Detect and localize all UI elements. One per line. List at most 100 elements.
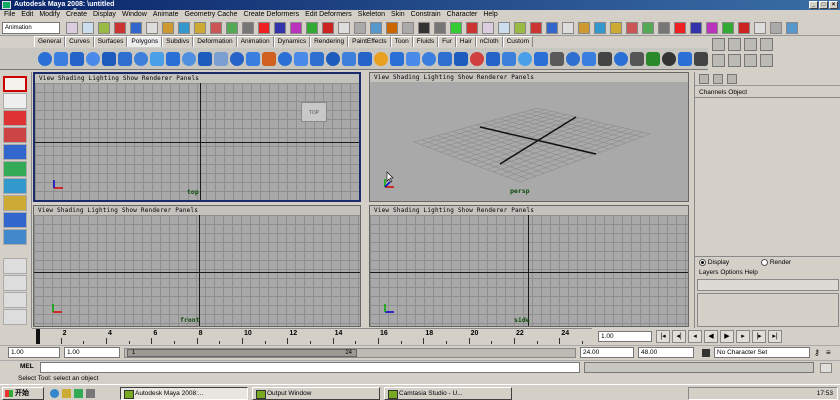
shelf-tool-icon[interactable]: [342, 52, 356, 66]
status-line-button[interactable]: [66, 22, 78, 34]
viewport-persp[interactable]: View Shading Lighting Show Renderer Pane…: [369, 72, 689, 202]
explorer-icon[interactable]: [62, 389, 71, 398]
shelf-tool-icon[interactable]: [166, 52, 180, 66]
shelf-tool-icon[interactable]: [518, 52, 532, 66]
shelf-tab-animation[interactable]: Animation: [236, 36, 274, 47]
menu-create[interactable]: Create: [66, 10, 87, 20]
shelf-tool-icon[interactable]: [182, 52, 196, 66]
viewcube[interactable]: TOP: [301, 102, 327, 122]
status-line-button[interactable]: [210, 22, 222, 34]
shelf-tool-icon[interactable]: [662, 52, 676, 66]
playback-start-field[interactable]: 1.00: [64, 347, 120, 358]
menu-create-deformers[interactable]: Create Deformers: [243, 10, 299, 20]
status-line-button[interactable]: [274, 22, 286, 34]
status-line-button[interactable]: [290, 22, 302, 34]
media-icon[interactable]: [74, 389, 83, 398]
four-pane-layout-icon[interactable]: [3, 275, 27, 291]
layout-toggle-icon[interactable]: [712, 38, 725, 51]
status-line-button[interactable]: [370, 22, 382, 34]
status-line-button[interactable]: [114, 22, 126, 34]
shelf-tab-custom[interactable]: Custom: [502, 36, 534, 47]
viewport-menu[interactable]: View Shading Lighting Show Renderer Pane…: [35, 74, 359, 83]
shelf-tool-icon[interactable]: [54, 52, 68, 66]
status-line-button[interactable]: [466, 22, 478, 34]
shelf-tab-general[interactable]: General: [34, 36, 66, 47]
status-line-button[interactable]: [674, 22, 686, 34]
shelf-tool-icon[interactable]: [214, 52, 228, 66]
preferences-icon[interactable]: ≡: [826, 348, 831, 357]
shelf-tab-painteffects[interactable]: PaintEffects: [348, 36, 391, 47]
soft-mod-tool-icon[interactable]: [3, 195, 27, 211]
task-camtasia[interactable]: Camtasia Studio - U...: [384, 387, 512, 400]
shelf-tool-icon[interactable]: [150, 52, 164, 66]
shelf-tool-icon[interactable]: [310, 52, 324, 66]
go-to-start-button[interactable]: |◂: [656, 330, 670, 343]
shelf-tab-deformation[interactable]: Deformation: [193, 36, 237, 47]
play-forwards-button[interactable]: ▶: [720, 330, 734, 343]
shelf-tool-icon[interactable]: [118, 52, 132, 66]
shelf-tool-icon[interactable]: [582, 52, 596, 66]
shelf-tool-icon[interactable]: [246, 52, 260, 66]
status-line-button[interactable]: [482, 22, 494, 34]
shelf-tab-subdivs[interactable]: Subdivs: [162, 36, 194, 47]
shelf-tab-hair[interactable]: Hair: [455, 36, 476, 47]
shelf-tool-icon[interactable]: [102, 52, 116, 66]
menu-skeleton[interactable]: Skeleton: [358, 10, 385, 20]
shelf-tool-icon[interactable]: [134, 52, 148, 66]
menu-set-select[interactable]: Animation: [2, 22, 60, 34]
shelf-tool-icon[interactable]: [262, 52, 276, 66]
status-line-button[interactable]: [258, 22, 270, 34]
status-line-button[interactable]: [162, 22, 174, 34]
task-maya[interactable]: Autodesk Maya 2008:...: [120, 387, 248, 400]
display-radio[interactable]: [699, 259, 706, 266]
shelf-tool-icon[interactable]: [502, 52, 516, 66]
playback-end-field[interactable]: 24.00: [580, 347, 634, 358]
status-line-button[interactable]: [578, 22, 590, 34]
viewport-menu[interactable]: View Shading Lighting Show Renderer Pane…: [370, 206, 688, 215]
layout-toggle-icon[interactable]: [712, 54, 725, 67]
animation-end-field[interactable]: 48.00: [638, 347, 694, 358]
menu-character[interactable]: Character: [447, 10, 478, 20]
shelf-tool-icon[interactable]: [70, 52, 84, 66]
status-line-button[interactable]: [386, 22, 398, 34]
viewport-side[interactable]: View Shading Lighting Show Renderer Pane…: [369, 205, 689, 327]
start-button[interactable]: 开始: [2, 387, 44, 400]
shelf-tab-ncloth[interactable]: nCloth: [475, 36, 503, 47]
shelf-tab-fluids[interactable]: Fluids: [412, 36, 439, 47]
shelf-tool-icon[interactable]: [278, 52, 292, 66]
shelf-tool-icon[interactable]: [630, 52, 644, 66]
layer-editor-menu[interactable]: Layers Options Help: [699, 269, 758, 276]
shelf-tool-icon[interactable]: [198, 52, 212, 66]
shelf-tool-icon[interactable]: [646, 52, 660, 66]
shelf-tool-icon[interactable]: [358, 52, 372, 66]
time-slider[interactable]: 2 4 6 8 10 12 14 16 18 20 22 24: [32, 328, 592, 344]
menu-constrain[interactable]: Constrain: [411, 10, 441, 20]
last-tool-icon[interactable]: [3, 229, 27, 245]
shelf-tool-icon[interactable]: [598, 52, 612, 66]
layout-toggle-icon[interactable]: [728, 38, 741, 51]
step-forward-key-button[interactable]: ▸: [736, 330, 750, 343]
status-line-button[interactable]: [514, 22, 526, 34]
attribute-editor-icon[interactable]: [713, 74, 723, 84]
status-line-button[interactable]: [226, 22, 238, 34]
viewport-front[interactable]: View Shading Lighting Show Renderer Pane…: [33, 205, 361, 327]
outliner-layout-icon[interactable]: [3, 292, 27, 308]
channel-box-menu[interactable]: Channels Object: [695, 88, 840, 98]
status-line-button[interactable]: [322, 22, 334, 34]
shelf-tool-icon[interactable]: [470, 52, 484, 66]
status-line-button[interactable]: [658, 22, 670, 34]
maximize-button[interactable]: □: [819, 1, 828, 9]
status-line-button[interactable]: [130, 22, 142, 34]
status-line-button[interactable]: [194, 22, 206, 34]
shelf-tool-icon[interactable]: [678, 52, 692, 66]
shelf-tab-polygons[interactable]: Polygons: [127, 36, 163, 47]
layout-toggle-icon[interactable]: [760, 38, 773, 51]
status-line-button[interactable]: [786, 22, 798, 34]
status-line-button[interactable]: [450, 22, 462, 34]
desktop-icon[interactable]: [86, 389, 95, 398]
step-back-button[interactable]: ◂|: [672, 330, 686, 343]
close-button[interactable]: ×: [829, 1, 838, 9]
layout-toggle-icon[interactable]: [728, 54, 741, 67]
status-line-button[interactable]: [306, 22, 318, 34]
shelf-tool-icon[interactable]: [374, 52, 388, 66]
